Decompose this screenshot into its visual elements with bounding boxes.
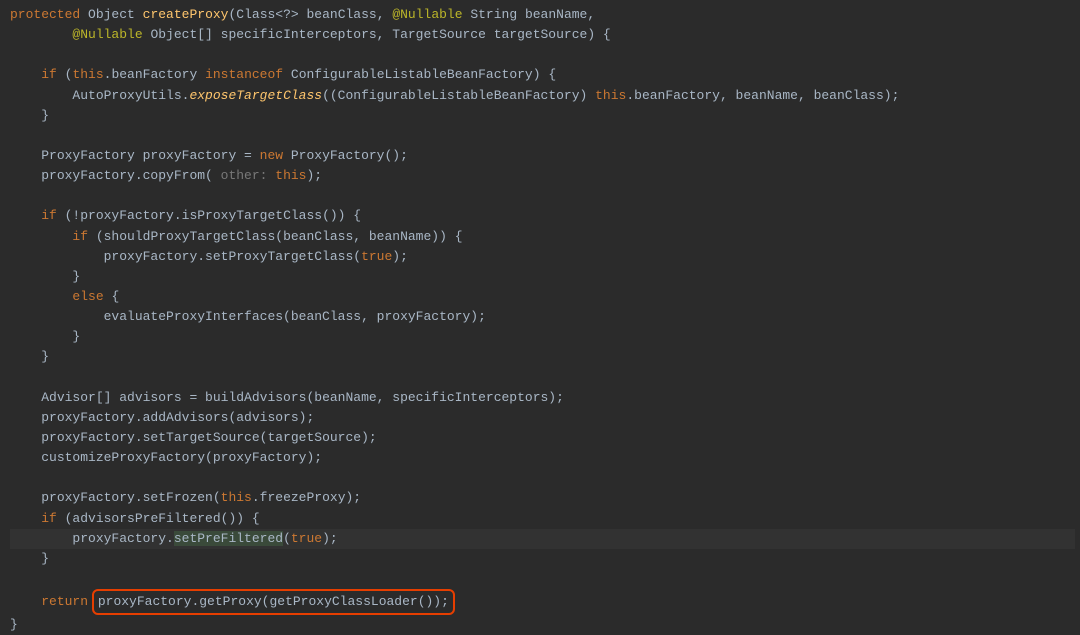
annotation-nullable: @Nullable	[392, 7, 462, 22]
code-line: }	[10, 617, 18, 632]
keyword-if: if	[41, 208, 57, 223]
code-line: proxyFactory.setProxyTargetClass(true);	[10, 249, 408, 264]
blank-line	[10, 470, 18, 485]
keyword-if: if	[72, 229, 88, 244]
code-line: ProxyFactory proxyFactory = new ProxyFac…	[10, 148, 408, 163]
code-line: proxyFactory.setTargetSource(targetSourc…	[10, 430, 377, 445]
keyword-return: return	[41, 594, 88, 609]
method-name: createProxy	[143, 7, 229, 22]
keyword-this: this	[595, 88, 626, 103]
code-line: if (!proxyFactory.isProxyTargetClass()) …	[10, 208, 361, 223]
type-object: Object	[88, 7, 135, 22]
blank-line	[10, 188, 18, 203]
keyword-if: if	[41, 511, 57, 526]
code-line: }	[10, 349, 49, 364]
code-line-highlighted: proxyFactory.setPreFiltered(true);	[10, 529, 1075, 549]
keyword-this: this	[275, 168, 306, 183]
code-line: proxyFactory.addAdvisors(advisors);	[10, 410, 314, 425]
code-line: }	[10, 108, 49, 123]
code-editor[interactable]: protected Object createProxy(Class<?> be…	[10, 5, 1075, 635]
static-method: exposeTargetClass	[189, 88, 322, 103]
method-highlighted: setPreFiltered	[174, 531, 283, 546]
code-line: return proxyFactory.getProxy(getProxyCla…	[10, 594, 455, 609]
code-line: }	[10, 329, 80, 344]
blank-line	[10, 128, 18, 143]
code-line: proxyFactory.copyFrom( other: this);	[10, 168, 322, 183]
keyword-this: this	[221, 490, 252, 505]
param-hint: other:	[221, 168, 268, 183]
blank-line	[10, 370, 18, 385]
annotation-nullable: @Nullable	[72, 27, 142, 42]
keyword-if: if	[41, 67, 57, 82]
code-line: customizeProxyFactory(proxyFactory);	[10, 450, 322, 465]
code-line: }	[10, 269, 80, 284]
keyword-else: else	[72, 289, 103, 304]
keyword-new: new	[260, 148, 283, 163]
code-line: if (advisorsPreFiltered()) {	[10, 511, 260, 526]
blank-line	[10, 47, 18, 62]
highlighted-box: proxyFactory.getProxy(getProxyClassLoade…	[92, 589, 455, 615]
keyword-protected: protected	[10, 7, 80, 22]
code-line: protected Object createProxy(Class<?> be…	[10, 7, 611, 42]
keyword-instanceof: instanceof	[205, 67, 283, 82]
keyword-true: true	[291, 531, 322, 546]
code-line: Advisor[] advisors = buildAdvisors(beanN…	[10, 390, 564, 405]
code-line: evaluateProxyInterfaces(beanClass, proxy…	[10, 309, 486, 324]
keyword-true: true	[361, 249, 392, 264]
code-line: proxyFactory.setFrozen(this.freezeProxy)…	[10, 490, 361, 505]
blank-line	[10, 571, 18, 586]
code-line: AutoProxyUtils.exposeTargetClass((Config…	[10, 88, 899, 103]
code-line: if (this.beanFactory instanceof Configur…	[10, 67, 556, 82]
code-line: }	[10, 551, 49, 566]
code-line: else {	[10, 289, 119, 304]
code-line: if (shouldProxyTargetClass(beanClass, be…	[10, 229, 463, 244]
keyword-this: this	[72, 67, 103, 82]
